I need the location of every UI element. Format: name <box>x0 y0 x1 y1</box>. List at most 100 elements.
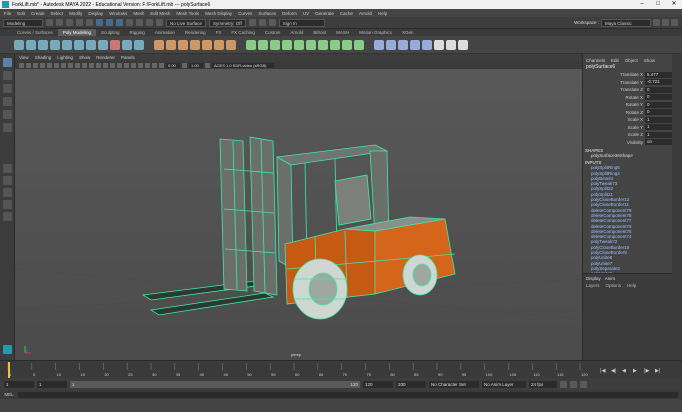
menu-edit-mesh[interactable]: Edit Mesh <box>150 11 170 16</box>
menu-arnold[interactable]: Arnold <box>359 11 372 16</box>
multi-cut-icon[interactable] <box>306 39 316 50</box>
extrude-icon[interactable] <box>246 39 256 50</box>
undo-icon[interactable] <box>76 19 83 26</box>
shelf-tab-bifrost[interactable]: Bifrost <box>308 29 331 36</box>
image-plane-icon[interactable] <box>40 62 45 68</box>
sign-in-dropdown[interactable]: Sign In <box>278 18 325 27</box>
bookmark-icon[interactable] <box>33 62 38 68</box>
layer-menu-layers[interactable]: Layers <box>586 283 600 288</box>
fill-hole-icon[interactable] <box>282 39 292 50</box>
shelf-tab-arnold[interactable]: Arnold <box>285 29 308 36</box>
film-gate-icon[interactable] <box>54 62 59 68</box>
snap-surface-icon[interactable] <box>156 19 163 26</box>
step-back-icon[interactable]: ◀| <box>611 368 617 374</box>
xray-joints-icon[interactable] <box>152 62 157 68</box>
paint-select-icon[interactable] <box>3 84 12 93</box>
lights-icon[interactable] <box>117 62 122 68</box>
menu-display[interactable]: Display <box>88 11 103 16</box>
poly-type-icon[interactable] <box>122 39 132 50</box>
field-chart-icon[interactable] <box>75 62 80 68</box>
save-scene-icon[interactable] <box>66 19 73 26</box>
ipr-render-icon[interactable] <box>258 19 266 26</box>
camera-attributes-icon[interactable] <box>26 62 31 68</box>
layer-tab-display[interactable]: Display <box>586 276 601 281</box>
wireframe-on-shaded-icon[interactable] <box>103 62 108 68</box>
menuset-dropdown[interactable]: Modeling <box>3 18 43 27</box>
layer-menu-help[interactable]: Help <box>627 283 636 288</box>
time-slider-ticks[interactable]: 1 5 10 15 20 25 30 35 40 45 50 55 60 65 70 75 80 85 90 95 10… <box>0 361 682 379</box>
smooth-tool-icon[interactable] <box>446 39 456 50</box>
cb-menu-object[interactable]: Object <box>625 58 638 63</box>
gamma-icon[interactable] <box>182 62 187 68</box>
ambient-occlusion-icon[interactable] <box>131 62 136 68</box>
shelf-tab-poly-modeling[interactable]: Poly Modeling <box>57 29 97 36</box>
poly-disc-icon[interactable] <box>86 39 96 50</box>
object-name[interactable]: polySurface6 <box>583 63 682 71</box>
go-start-icon[interactable]: |◀ <box>600 368 606 374</box>
channel-box-icon[interactable] <box>671 19 678 26</box>
attr-row[interactable]: Rotate Z0 <box>583 109 682 117</box>
snap-grid-icon[interactable] <box>126 19 133 26</box>
menu-mesh[interactable]: Mesh <box>133 11 144 16</box>
cb-menu-show[interactable]: Show <box>644 58 655 63</box>
attr-value[interactable]: 0 <box>645 109 674 116</box>
character-set-dropdown[interactable]: No Character Set <box>429 380 479 388</box>
select-object-icon[interactable] <box>106 19 113 26</box>
bevel-icon[interactable] <box>270 39 280 50</box>
xray-icon[interactable] <box>145 62 150 68</box>
menu-surfaces[interactable]: Surfaces <box>258 11 276 16</box>
move-tool-icon[interactable] <box>3 97 12 106</box>
target-weld-icon[interactable] <box>342 39 352 50</box>
mirror-icon[interactable] <box>226 39 236 50</box>
attr-value[interactable]: 5.477 <box>645 71 674 78</box>
render-icon[interactable] <box>248 19 256 26</box>
playback-end-field[interactable]: 120 <box>363 380 393 388</box>
attr-value[interactable]: 1 <box>645 116 674 123</box>
fps-dropdown[interactable]: 24 fps <box>529 380 557 388</box>
poly-svg-icon[interactable] <box>134 39 144 50</box>
mel-label[interactable]: MEL <box>0 392 18 397</box>
maximize-icon[interactable]: □ <box>650 0 666 9</box>
menu-create[interactable]: Create <box>31 11 45 16</box>
platonic-solid-icon[interactable] <box>98 39 108 50</box>
attr-value[interactable]: 1 <box>645 124 674 131</box>
textured-icon[interactable] <box>110 62 115 68</box>
relax-tool-icon[interactable] <box>458 39 468 50</box>
menu-curves[interactable]: Curves <box>238 11 252 16</box>
reduce-icon[interactable] <box>214 39 224 50</box>
menu-edit[interactable]: Edit <box>17 11 25 16</box>
poly-sphere-icon[interactable] <box>14 39 24 50</box>
outliner-layout-icon[interactable] <box>3 200 12 209</box>
sculpt-tool-icon[interactable] <box>434 39 444 50</box>
shelf-tab-rendering[interactable]: Rendering <box>180 29 211 36</box>
attr-row[interactable]: Visibility on <box>583 139 682 147</box>
single-perspective-layout-icon[interactable] <box>3 164 12 173</box>
side-layout-icon[interactable] <box>3 188 12 197</box>
anim-layer-dropdown[interactable]: No Anim Layer <box>482 380 526 388</box>
uv-editor-icon[interactable] <box>374 39 384 50</box>
shelf-tab-fx[interactable]: FX <box>211 29 227 36</box>
snap-curve-icon[interactable] <box>136 19 143 26</box>
attr-value[interactable]: 0 <box>645 86 674 93</box>
resolution-gate-icon[interactable] <box>61 62 66 68</box>
attr-row[interactable]: Translate Z0 <box>583 86 682 94</box>
shelf-tab-motion-graphics[interactable]: Motion Graphics <box>354 29 397 36</box>
attr-row[interactable]: Rotate X0 <box>583 94 682 102</box>
animation-prefs-icon[interactable] <box>580 380 587 388</box>
smooth-shade-icon[interactable] <box>96 62 101 68</box>
wireframe-icon[interactable] <box>89 62 94 68</box>
scale-tool-icon[interactable] <box>3 123 12 132</box>
menu-deform[interactable]: Deform <box>282 11 297 16</box>
graph-layout-icon[interactable] <box>3 212 12 221</box>
cylindrical-map-icon[interactable] <box>410 39 420 50</box>
playback-start-field[interactable]: 1 <box>37 380 67 388</box>
combine-icon[interactable] <box>154 39 164 50</box>
menu-select[interactable]: Select <box>51 11 64 16</box>
shelf-tab-rigging[interactable]: Rigging <box>125 29 150 36</box>
cb-menu-channels[interactable]: Channels <box>586 58 605 63</box>
start-time-field[interactable]: 1 <box>4 380 34 388</box>
render-settings-icon[interactable] <box>268 19 276 26</box>
shape-node[interactable]: polySurface36Shape <box>583 153 682 158</box>
color-management-icon[interactable] <box>205 62 210 68</box>
current-frame-marker[interactable] <box>8 362 10 378</box>
